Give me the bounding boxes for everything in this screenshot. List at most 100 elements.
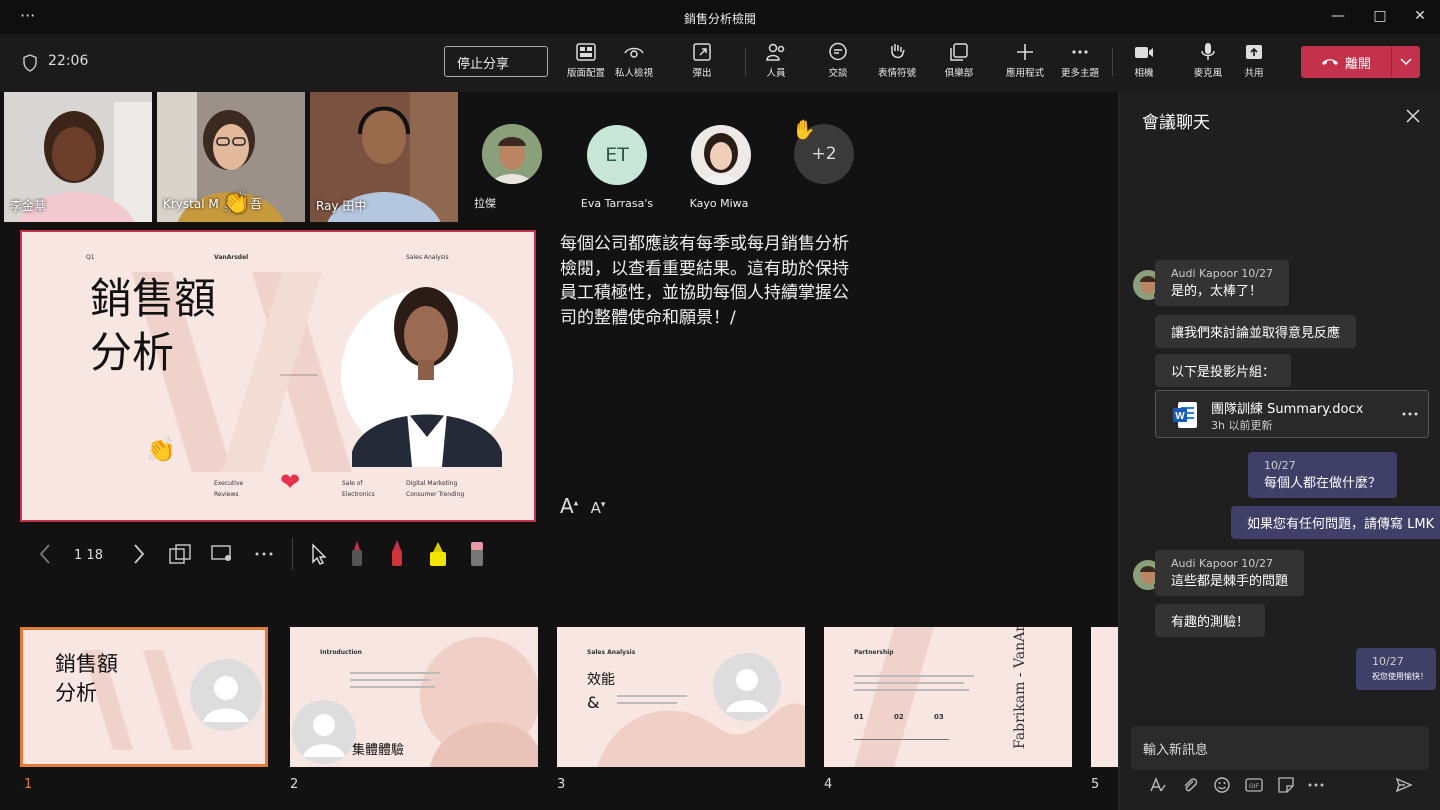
thumbnail-slide-4[interactable]: Partnership 01 02 03 Fabrikam - VanArsde… (824, 627, 1072, 767)
slide-section: Sales Analysis (406, 254, 449, 261)
thumbnail-number: 03 (934, 713, 944, 721)
close-window-button[interactable]: ✕ (1410, 8, 1430, 24)
grid-view-icon[interactable] (168, 543, 192, 565)
thumbnail-number-label: 2 (290, 777, 299, 792)
chevron-down-icon (1400, 58, 1412, 66)
thumbnail-title: 銷售額 分析 (55, 652, 118, 705)
reactions-button[interactable]: 表情符號 (869, 42, 925, 79)
leave-options-button[interactable] (1391, 46, 1420, 78)
gif-icon[interactable]: GIF (1245, 776, 1263, 794)
popout-icon (693, 43, 711, 61)
people-icon (766, 43, 785, 61)
video-tile-2[interactable]: Krystal M 👏吾 (157, 92, 305, 222)
title-bar: ··· 銷售分析檢閱 — □ ✕ (0, 0, 1440, 34)
presenter-view-icon[interactable] (210, 543, 234, 565)
thumbnail-side-text: Fabrikam - VanArsdel (1012, 627, 1028, 749)
svg-text:W: W (1175, 411, 1185, 422)
file-attachment[interactable]: W 團隊訓練 Summary.docx 3h 以前更新 (1155, 390, 1429, 438)
thumbnail-number-label: 1 (24, 777, 33, 792)
rooms-icon (950, 43, 968, 61)
video-tile-1[interactable]: 李金華 (4, 92, 152, 222)
chat-button[interactable]: 交談 (810, 42, 866, 79)
eraser-icon[interactable] (468, 538, 486, 568)
slide-footer-text: Executive (214, 480, 244, 487)
stop-sharing-button[interactable]: 停止分享 (444, 46, 548, 77)
participant-name: Kayo Miwa (689, 197, 749, 210)
more-options-icon[interactable] (254, 543, 274, 565)
avatar-initials[interactable]: ET (587, 125, 647, 185)
previous-slide-icon[interactable] (38, 543, 52, 565)
pointer-icon[interactable] (310, 543, 328, 565)
pen-icon[interactable] (388, 538, 406, 568)
share-button[interactable]: 共用 (1226, 42, 1282, 79)
thumbnail-slide-2[interactable]: Introduction 集體體驗 (290, 627, 538, 767)
meeting-chat-panel: 會議聊天 Audi Kapoor 10/27 是的，太棒了！ 讓我們來討論並取得… (1118, 92, 1440, 810)
highlighter-icon[interactable] (428, 538, 448, 568)
thumbnail-slide-3[interactable]: Sales Analysis 效能 & (557, 627, 805, 767)
leave-button[interactable]: 離開 (1301, 46, 1391, 78)
chat-message: 有趣的測驗！ (1155, 604, 1266, 637)
decrease-font-button[interactable]: A▾ (591, 499, 606, 517)
thumbnail-number-label: 3 (557, 777, 566, 792)
camera-icon (1135, 47, 1153, 58)
increase-font-button[interactable]: A▴ (560, 494, 578, 518)
next-slide-icon[interactable] (132, 543, 146, 565)
popout-button[interactable]: 彈出 (674, 42, 730, 79)
close-chat-button[interactable] (1406, 108, 1420, 127)
chat-message-sent: 10/27 每個人都在做什麼？ (1248, 452, 1398, 498)
sticker-icon[interactable] (1277, 776, 1295, 794)
meeting-timer: 22:06 (48, 53, 89, 69)
thumbnail-number-label: 4 (824, 777, 833, 792)
share-icon (1246, 45, 1262, 59)
thumbnail-caption: 集體體驗 (352, 743, 405, 758)
shared-slide[interactable]: Q1 VanArsdel Sales Analysis 銷售額 分析 Execu… (20, 230, 536, 522)
thumbnail-slide-5[interactable] (1091, 627, 1118, 767)
thumbnail-number: 01 (854, 713, 864, 721)
camera-button[interactable]: 相機 (1116, 42, 1172, 79)
format-icon[interactable] (1149, 776, 1167, 794)
more-icon[interactable] (1402, 411, 1418, 417)
toolbar-divider (745, 48, 746, 76)
thumbnail-caption: 效能 (587, 672, 615, 688)
maximize-button[interactable]: □ (1370, 8, 1390, 24)
slide-footer-text: Consumer Trending (406, 491, 465, 498)
message-input[interactable]: 輸入新訊息 (1131, 726, 1429, 770)
file-name: 團隊訓練 Summary.docx (1211, 402, 1364, 417)
meeting-toolbar: 22:06 停止分享 版面配置 私人檢視 彈出 人員 交談 表情符號 俱樂部 應… (0, 34, 1440, 92)
meeting-stage: 李金華 Krystal M 👏吾 Ray 田中 拉傑 ET Eva Tarras… (0, 92, 1118, 810)
thumbnail-caption: & (587, 693, 600, 712)
chat-message: Audi Kapoor 10/27 這些都是棘手的問題 (1155, 550, 1305, 596)
chat-message-sent: 如果您有任何問題，請傳寫 LMK (1231, 506, 1440, 539)
eye-icon (624, 47, 644, 58)
laser-pointer-icon[interactable] (348, 538, 366, 568)
minimize-button[interactable]: — (1328, 8, 1348, 24)
hang-up-icon (1321, 59, 1338, 65)
thumbnail-slide-1[interactable]: 銷售額 分析 (20, 627, 268, 767)
clap-reaction-icon: 👏 (146, 436, 176, 464)
chat-message: Audi Kapoor 10/27 是的，太棒了！ (1155, 260, 1289, 306)
slide-title: 銷售額 分析 (90, 274, 217, 377)
send-icon[interactable] (1395, 776, 1413, 794)
avatar-raj[interactable] (482, 124, 542, 184)
participant-name: 李金華 (10, 199, 47, 213)
people-button[interactable]: 人員 (748, 42, 804, 79)
slide-footer-text: Electronics (342, 491, 375, 498)
leave-label: 離開 (1344, 56, 1371, 72)
apps-button[interactable]: 應用程式 (997, 42, 1053, 79)
emoji-icon[interactable] (1213, 776, 1231, 794)
participant-name: Ray 田中 (316, 199, 367, 213)
video-tile-3[interactable]: Ray 田中 (310, 92, 458, 222)
close-icon (1406, 109, 1420, 123)
thumbnail-heading: Partnership (854, 649, 894, 656)
slide-footer-text: Reviews (214, 491, 239, 498)
private-view-button[interactable]: 私人檢視 (606, 42, 662, 79)
participant-name: Krystal M 👏吾 (163, 191, 262, 216)
attach-icon[interactable] (1181, 776, 1199, 794)
controls-divider (292, 538, 293, 570)
more-icon (1072, 50, 1088, 54)
rooms-button[interactable]: 俱樂部 (931, 42, 987, 79)
chat-message: 以下是投影片組： (1155, 354, 1292, 387)
avatar-kayo[interactable] (691, 125, 751, 185)
more-button[interactable]: 更多主題 (1052, 42, 1108, 79)
more-icon[interactable] (1307, 776, 1325, 794)
